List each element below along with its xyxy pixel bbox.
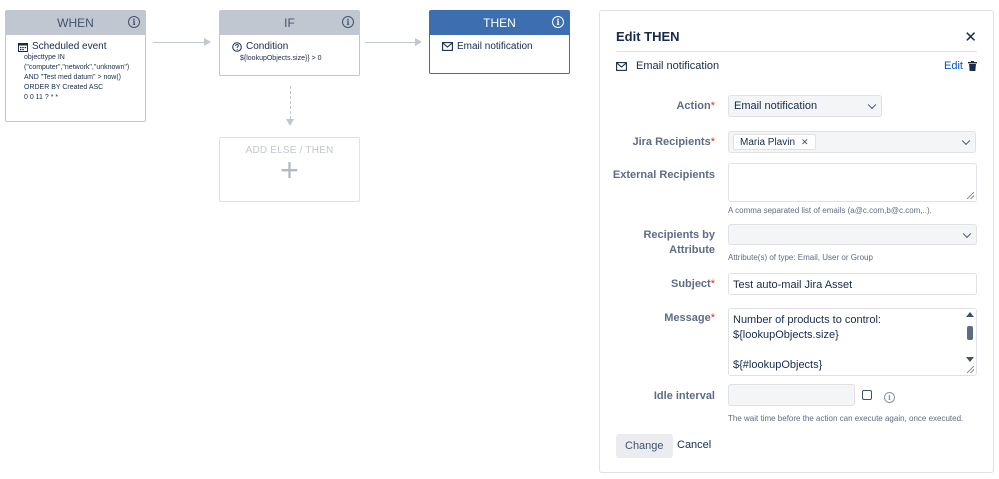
message-text: Number of products to control: ${lookupO… (733, 314, 881, 371)
when-title: Scheduled event (18, 41, 133, 52)
plus-icon: + (280, 152, 299, 188)
idle-interval-input[interactable] (728, 384, 855, 406)
recipients-by-attribute-label: Recipients by Attribute (643, 229, 715, 256)
action-select[interactable]: Email notification (728, 95, 882, 117)
if-header: IF i (220, 11, 359, 35)
panel-title: Edit THEN (616, 29, 680, 44)
edit-link[interactable]: Edit (944, 60, 963, 72)
subject-label: Subject* (670, 278, 715, 290)
arrow-if-to-add (286, 86, 294, 126)
when-header: WHEN i (6, 11, 145, 35)
if-header-label: IF (284, 16, 295, 30)
question-circle-icon (232, 41, 242, 52)
external-recipients-input[interactable] (728, 163, 977, 202)
envelope-icon (442, 42, 453, 51)
message-textarea[interactable]: Number of products to control: ${lookupO… (728, 308, 977, 376)
then-title: Email notification (442, 41, 557, 52)
scroll-up-icon[interactable] (966, 312, 974, 317)
idle-interval-label: Idle interval (653, 390, 715, 402)
then-title-text: Email notification (457, 41, 533, 52)
scroll-down-icon[interactable] (966, 357, 974, 362)
when-title-text: Scheduled event (32, 41, 107, 52)
idle-interval-checkbox[interactable] (862, 390, 872, 400)
recipient-tag-label: Maria Plavin (740, 136, 796, 148)
if-node[interactable]: IF i Condition ${lookupObjects.size}} > … (219, 10, 360, 76)
envelope-icon (616, 61, 627, 71)
chevron-down-icon (867, 100, 877, 110)
chevron-down-icon (962, 229, 972, 238)
arrow-if-to-then (365, 38, 422, 46)
trash-icon[interactable] (968, 61, 977, 71)
when-node[interactable]: WHEN i Scheduled event objecttype IN ("c… (5, 10, 146, 122)
external-recipients-label: External Recipients (612, 169, 715, 181)
then-node[interactable]: THEN i Email notification (429, 10, 570, 74)
when-detail: objecttype IN ("computer","network","unk… (24, 54, 130, 101)
edit-then-panel: Edit THEN ✕ Email notification Edit Acti… (599, 10, 994, 473)
if-title: Condition (232, 41, 347, 52)
message-label: Message* (664, 312, 715, 324)
cancel-button[interactable]: Cancel (677, 439, 711, 451)
arrow-when-to-if (153, 38, 211, 46)
resize-handle-icon[interactable] (967, 192, 974, 199)
subject-input[interactable]: Test auto-mail Jira Asset (728, 273, 977, 295)
action-summary-row: Email notification Edit (616, 60, 977, 72)
then-body: Email notification (430, 35, 569, 58)
info-icon[interactable]: i (128, 16, 140, 28)
message-scrollbar[interactable] (966, 312, 974, 372)
if-detail: ${lookupObjects.size}} > 0 (240, 55, 322, 62)
calendar-icon (18, 42, 28, 52)
info-icon[interactable]: i (552, 16, 564, 28)
jira-recipients-select[interactable]: Maria Plavin ✕ (728, 131, 976, 153)
action-label: Action* (676, 100, 715, 112)
info-icon[interactable]: i (342, 16, 354, 28)
title-divider (616, 51, 977, 52)
idle-interval-help: The wait time before the action can exec… (728, 414, 964, 423)
when-header-label: WHEN (57, 16, 94, 30)
resize-handle-icon[interactable] (967, 366, 974, 373)
chevron-down-icon (961, 136, 971, 146)
recipients-by-attribute-select[interactable] (728, 224, 977, 245)
then-header: THEN i (430, 11, 569, 35)
when-body: Scheduled event objecttype IN ("computer… (6, 35, 145, 109)
scroll-thumb[interactable] (967, 326, 973, 340)
recipients-by-attribute-help: Attribute(s) of type: Email, User or Gro… (728, 253, 873, 262)
action-summary-name: Email notification (636, 60, 720, 72)
jira-recipients-label: Jira Recipients* (632, 136, 715, 148)
remove-tag-icon[interactable]: ✕ (801, 137, 809, 148)
if-body: Condition ${lookupObjects.size}} > 0 (220, 35, 359, 70)
if-title-text: Condition (246, 41, 289, 52)
close-icon[interactable]: ✕ (964, 30, 977, 45)
then-header-label: THEN (483, 16, 516, 30)
recipient-tag: Maria Plavin ✕ (733, 134, 816, 150)
action-select-value: Email notification (734, 100, 818, 112)
external-recipients-help: A comma separated list of emails (a@c.co… (728, 206, 932, 215)
add-else-then-button[interactable]: ADD ELSE / THEN + (219, 137, 360, 202)
info-icon[interactable]: i (884, 392, 895, 403)
change-button[interactable]: Change (616, 434, 673, 458)
